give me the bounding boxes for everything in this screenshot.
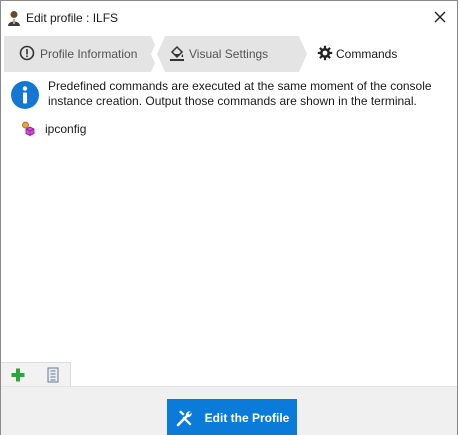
title-bar: Edit profile : ILFS <box>1 1 457 35</box>
command-label: ipconfig <box>45 122 87 136</box>
tab-visual-settings-label: Visual Settings <box>189 47 269 61</box>
delete-command-button[interactable] <box>44 366 62 384</box>
edit-profile-button-label: Edit the Profile <box>204 411 290 425</box>
add-command-button[interactable] <box>9 366 27 384</box>
tab-bar: Profile Information Visual Settings Comm… <box>1 36 457 72</box>
edit-profile-dialog: Edit profile : ILFS Profile Information <box>0 0 458 435</box>
info-message: Predefined commands are executed at the … <box>48 79 432 108</box>
info-icon <box>10 80 40 110</box>
close-button[interactable] <box>427 5 453 29</box>
user-icon <box>7 10 21 26</box>
tab-profile-information-label: Profile Information <box>40 47 138 61</box>
tab-commands-label: Commands <box>336 47 398 61</box>
close-icon <box>434 11 446 23</box>
dialog-footer: Edit the Profile <box>1 386 457 435</box>
commands-panel: Predefined commands are executed at the … <box>1 72 457 362</box>
info-circle-icon <box>19 45 35 61</box>
paint-bucket-icon <box>169 45 185 61</box>
command-icon <box>21 121 37 137</box>
list-item[interactable]: ipconfig <box>21 120 86 138</box>
plus-icon <box>11 368 25 382</box>
command-toolbar <box>1 362 71 386</box>
delete-icon <box>47 367 59 383</box>
window-title: Edit profile : ILFS <box>26 11 119 25</box>
tools-icon <box>176 410 192 427</box>
edit-profile-button[interactable]: Edit the Profile <box>167 399 297 435</box>
gear-icon <box>317 45 333 61</box>
